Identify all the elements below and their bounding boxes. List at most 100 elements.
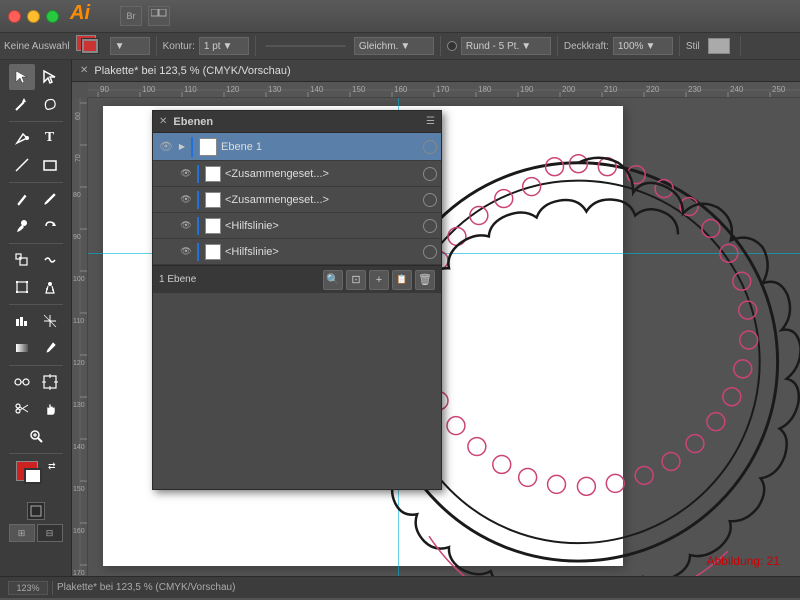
tool-row-9: [9, 308, 63, 334]
svg-text:110: 110: [184, 85, 197, 94]
cap-dropdown[interactable]: Rund - 5 Pt.▼: [461, 37, 551, 55]
stroke-style-dropdown[interactable]: Gleichm.▼: [354, 37, 434, 55]
tool-sep-2: [9, 182, 63, 183]
new-sublayer-button[interactable]: +: [369, 270, 389, 290]
pencil-tool[interactable]: [9, 186, 35, 212]
maximize-button[interactable]: [46, 10, 59, 23]
bottom-tools: [27, 502, 45, 520]
sublayer-thumb-1: [205, 166, 221, 182]
sublayer-eye-3[interactable]: 👁: [177, 217, 195, 235]
layer-target-main[interactable]: [423, 140, 437, 154]
direct-selection-tool[interactable]: [37, 64, 63, 90]
eyedropper-tool[interactable]: [37, 335, 63, 361]
type-tool[interactable]: T: [37, 125, 63, 151]
gradient-tool[interactable]: [9, 335, 35, 361]
svg-text:100: 100: [73, 276, 85, 283]
sublayer-target-1[interactable]: [423, 167, 437, 181]
title-bar: Ai Br: [0, 0, 800, 32]
warp-tool[interactable]: [37, 247, 63, 273]
tool-sep-1: [9, 121, 63, 122]
hand-tool[interactable]: [37, 396, 63, 422]
mesh-tool[interactable]: [37, 308, 63, 334]
status-message: Plakette* bei 123,5 % (CMYK/Vorschau): [57, 582, 235, 593]
sublayer-target-3[interactable]: [423, 219, 437, 233]
panel-close-button[interactable]: ✕: [159, 116, 167, 127]
layers-panel: ✕ Ebenen ☰ 👁 ▶ Ebene 1 👁: [152, 110, 442, 490]
stil-preview: [708, 38, 730, 54]
zoom-level[interactable]: 123%: [8, 581, 48, 595]
svg-text:170: 170: [436, 85, 450, 94]
tab-close[interactable]: ✕: [80, 65, 88, 76]
close-button[interactable]: [8, 10, 21, 23]
panel-menu-button[interactable]: ☰: [426, 116, 435, 127]
sep5: [679, 36, 680, 56]
sublayer-eye-2[interactable]: 👁: [177, 191, 195, 209]
window-controls: [8, 10, 59, 23]
search-layers-button[interactable]: 🔍: [323, 270, 343, 290]
line-tool[interactable]: [9, 152, 35, 178]
rotate-tool[interactable]: [37, 213, 63, 239]
sublayer-row-2[interactable]: 👁 <Zusammengeset...>: [153, 187, 441, 213]
scale-tool[interactable]: [9, 247, 35, 273]
sublayer-target-4[interactable]: [423, 245, 437, 259]
ruler-horizontal: 90 100 110 120 130 140 150 160 1: [88, 82, 800, 98]
brush-tool[interactable]: [37, 186, 63, 212]
sublayer-color-4: [197, 243, 199, 261]
zoom-tool[interactable]: [23, 423, 49, 449]
round-cap-indicator: [447, 41, 457, 51]
blob-brush-tool[interactable]: [9, 213, 35, 239]
swap-colors[interactable]: ⇄: [48, 461, 56, 472]
pen-tool[interactable]: [9, 125, 35, 151]
stroke-line-preview: [262, 45, 350, 47]
layer-eye-main[interactable]: 👁: [157, 138, 175, 156]
svg-text:150: 150: [352, 85, 366, 94]
bridge-icon[interactable]: Br: [120, 6, 142, 26]
scissors-tool[interactable]: [9, 396, 35, 422]
screen-mode-btn[interactable]: ⊞: [9, 524, 35, 542]
delete-layer-button[interactable]: 🗑: [415, 270, 435, 290]
minimize-button[interactable]: [27, 10, 40, 23]
tool-row-7: [9, 247, 63, 273]
toolbox: T: [0, 60, 72, 576]
selection-tool[interactable]: [9, 64, 35, 90]
sublayer-eye-1[interactable]: 👁: [177, 165, 195, 183]
deckkraft-dropdown[interactable]: 100%▼: [613, 37, 673, 55]
blend-tool[interactable]: [9, 369, 35, 395]
sublayer-row-4[interactable]: 👁 <Hilfslinie>: [153, 239, 441, 265]
artboard-tool[interactable]: [37, 369, 63, 395]
svg-text:190: 190: [520, 85, 534, 94]
stroke-color-dropdown[interactable]: ▼: [110, 37, 150, 55]
layer-row-main[interactable]: 👁 ▶ Ebene 1: [153, 133, 441, 161]
free-transform-tool[interactable]: [9, 274, 35, 300]
tab-title: Plakette* bei 123,5 % (CMYK/Vorschau): [94, 65, 290, 77]
svg-text:80: 80: [73, 192, 81, 199]
sublayer-eye-4[interactable]: 👁: [177, 243, 195, 261]
sublayer-thumb-4: [205, 244, 221, 260]
lasso-tool[interactable]: [37, 91, 63, 117]
tool-row-6: [9, 213, 63, 239]
svg-text:170: 170: [73, 570, 85, 576]
layers-list: 👁 ▶ Ebene 1 👁 <Zusammengeset...>: [153, 133, 441, 265]
abbildung-label: Abbildung: 21: [707, 554, 780, 568]
status-left: 123% Plakette* bei 123,5 % (CMYK/Vorscha…: [8, 581, 235, 595]
view-icon[interactable]: [148, 6, 170, 26]
stroke-box[interactable]: [24, 468, 42, 484]
layer-expand[interactable]: ▶: [175, 140, 189, 154]
make-clipping-mask-button[interactable]: ⊡: [346, 270, 366, 290]
app-logo: Ai: [70, 2, 90, 25]
arrange-btn[interactable]: ⊟: [37, 524, 63, 542]
rect-tool[interactable]: [37, 152, 63, 178]
magic-wand-tool[interactable]: [9, 91, 35, 117]
new-layer-button[interactable]: 📋: [392, 270, 412, 290]
change-screen-mode[interactable]: [27, 502, 45, 520]
svg-text:140: 140: [310, 85, 324, 94]
sublayer-row-1[interactable]: 👁 <Zusammengeset...>: [153, 161, 441, 187]
kontur-dropdown[interactable]: 1 pt▼: [199, 37, 249, 55]
symbol-sprayer-tool[interactable]: [37, 274, 63, 300]
graph-tool[interactable]: [9, 308, 35, 334]
svg-text:220: 220: [646, 85, 660, 94]
tool-sep-6: [9, 453, 63, 454]
sublayer-row-3[interactable]: 👁 <Hilfslinie>: [153, 213, 441, 239]
sep1: [156, 36, 157, 56]
sublayer-target-2[interactable]: [423, 193, 437, 207]
